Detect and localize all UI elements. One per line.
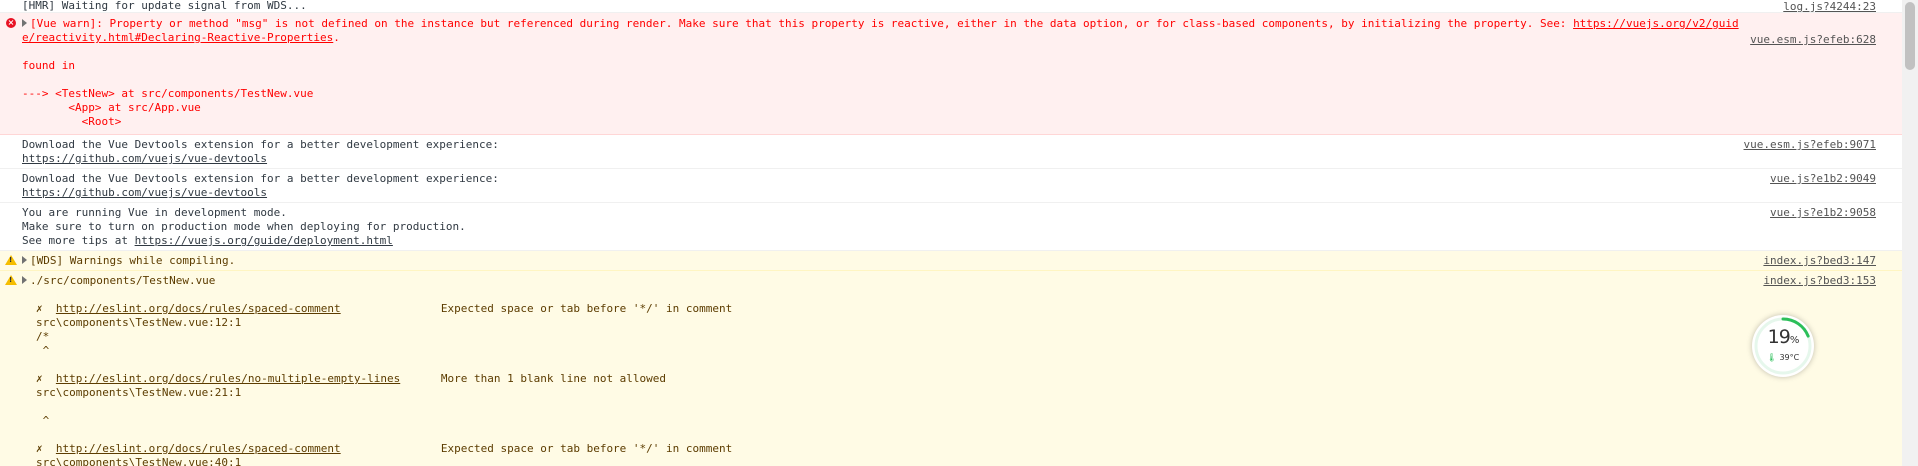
expand-triangle-icon[interactable] — [22, 19, 27, 27]
lint-item: ✗ http://eslint.org/docs/rules/spaced-co… — [36, 442, 1902, 466]
lint-item: ✗ http://eslint.org/docs/rules/spaced-co… — [36, 302, 1902, 372]
warn-text: [Vue warn]: Property or method "msg" is … — [30, 17, 1574, 30]
temperature-value: 39°C — [1779, 353, 1800, 362]
source-link[interactable]: index.js?bed3:147 — [1763, 254, 1876, 267]
lint-message: Expected space or tab before '*/' in com… — [440, 442, 733, 455]
lint-item: ✗ http://eslint.org/docs/rules/no-multip… — [36, 372, 1902, 442]
rule-link[interactable]: http://eslint.org/docs/rules/spaced-comm… — [56, 302, 441, 316]
lint-message: More than 1 blank line not allowed — [440, 372, 667, 385]
message-text: Make sure to turn on production mode whe… — [22, 220, 466, 233]
gauge-percent: 19% — [1752, 326, 1814, 348]
message-text: ./src/components/TestNew.vue — [30, 274, 216, 287]
expand-triangle-icon[interactable] — [22, 276, 27, 284]
expand-triangle-icon[interactable] — [22, 256, 27, 264]
error-mark-icon: ✗ — [36, 302, 43, 315]
source-link[interactable]: vue.js?e1b2:9049 — [1770, 172, 1876, 185]
console-message-hmr: [HMR] Waiting for update signal from WDS… — [0, 0, 1902, 13]
message-text: [HMR] Waiting for update signal from WDS… — [22, 0, 307, 12]
devtools-link[interactable]: https://github.com/vuejs/vue-devtools — [22, 152, 267, 165]
error-circle-icon: × — [6, 18, 16, 28]
docs-link[interactable]: https://vuejs.org/v2/guid — [1573, 17, 1739, 30]
source-link[interactable]: index.js?bed3:153 — [1763, 274, 1876, 287]
message-text: [WDS] Warnings while compiling. — [30, 254, 236, 267]
error-mark-icon: ✗ — [36, 442, 43, 455]
found-in-text: found in — [22, 59, 75, 72]
gauge-temperature: 🌡 39°C — [1752, 353, 1814, 362]
period-text: . — [333, 31, 340, 44]
error-mark-icon: ✗ — [36, 372, 43, 385]
cpu-gauge-widget[interactable]: 19% 🌡 39°C — [1752, 315, 1814, 377]
rule-link[interactable]: http://eslint.org/docs/rules/no-multiple… — [56, 372, 441, 386]
devtools-link[interactable]: https://github.com/vuejs/vue-devtools — [22, 186, 267, 199]
console-panel: [HMR] Waiting for update signal from WDS… — [0, 0, 1902, 466]
lint-message: Expected space or tab before '*/' in com… — [440, 302, 733, 315]
message-text: See more tips at — [22, 234, 135, 247]
console-message-vue-warn: × [Vue warn]: Property or method "msg" i… — [0, 13, 1902, 135]
console-message-devtools: Download the Vue Devtools extension for … — [0, 135, 1902, 169]
console-message-devtools: Download the Vue Devtools extension for … — [0, 169, 1902, 203]
deployment-link[interactable]: https://vuejs.org/guide/deployment.html — [135, 234, 393, 247]
console-message-wds-warn: ! [WDS] Warnings while compiling. index.… — [0, 251, 1902, 271]
lint-location: src\components\TestNew.vue:40:1 — [36, 456, 242, 466]
docs-link-continued[interactable]: e/reactivity.html#Declaring-Reactive-Pro… — [22, 31, 333, 44]
gauge-value: 19 — [1767, 326, 1791, 348]
lint-list: ✗ http://eslint.org/docs/rules/spaced-co… — [22, 302, 1902, 466]
console-message-file-warn: ! ./src/components/TestNew.vue index.js?… — [0, 271, 1902, 466]
lint-location: src\components\TestNew.vue:12:1 — [36, 316, 242, 329]
trace-line: ---> <TestNew> at src/components/TestNew… — [22, 87, 314, 100]
trace-line: <App> at src/App.vue — [22, 101, 201, 114]
thermometer-icon: 🌡 — [1766, 353, 1777, 362]
lint-caret: ^ — [36, 414, 50, 427]
gauge-unit: % — [1789, 335, 1799, 346]
message-text: You are running Vue in development mode. — [22, 206, 287, 219]
source-link[interactable]: vue.js?e1b2:9058 — [1770, 206, 1876, 219]
warning-triangle-icon: ! — [5, 275, 17, 285]
message-text: Download the Vue Devtools extension for … — [22, 138, 499, 151]
source-link[interactable]: log.js?4244:23 — [1783, 0, 1876, 13]
source-link[interactable]: vue.esm.js?efeb:9071 — [1744, 138, 1876, 151]
lint-code: /* — [36, 330, 50, 343]
console-message-dev-mode: You are running Vue in development mode.… — [0, 203, 1902, 251]
vertical-scrollbar[interactable] — [1902, 0, 1918, 466]
lint-location: src\components\TestNew.vue:21:1 — [36, 386, 242, 399]
source-link[interactable]: vue.esm.js?efeb:628 — [1750, 33, 1876, 46]
scrollbar-thumb[interactable] — [1905, 2, 1915, 70]
warning-triangle-icon: ! — [5, 255, 17, 265]
trace-line: <Root> — [22, 115, 122, 128]
message-text: Download the Vue Devtools extension for … — [22, 172, 499, 185]
rule-link[interactable]: http://eslint.org/docs/rules/spaced-comm… — [56, 442, 441, 456]
lint-caret: ^ — [36, 344, 50, 357]
